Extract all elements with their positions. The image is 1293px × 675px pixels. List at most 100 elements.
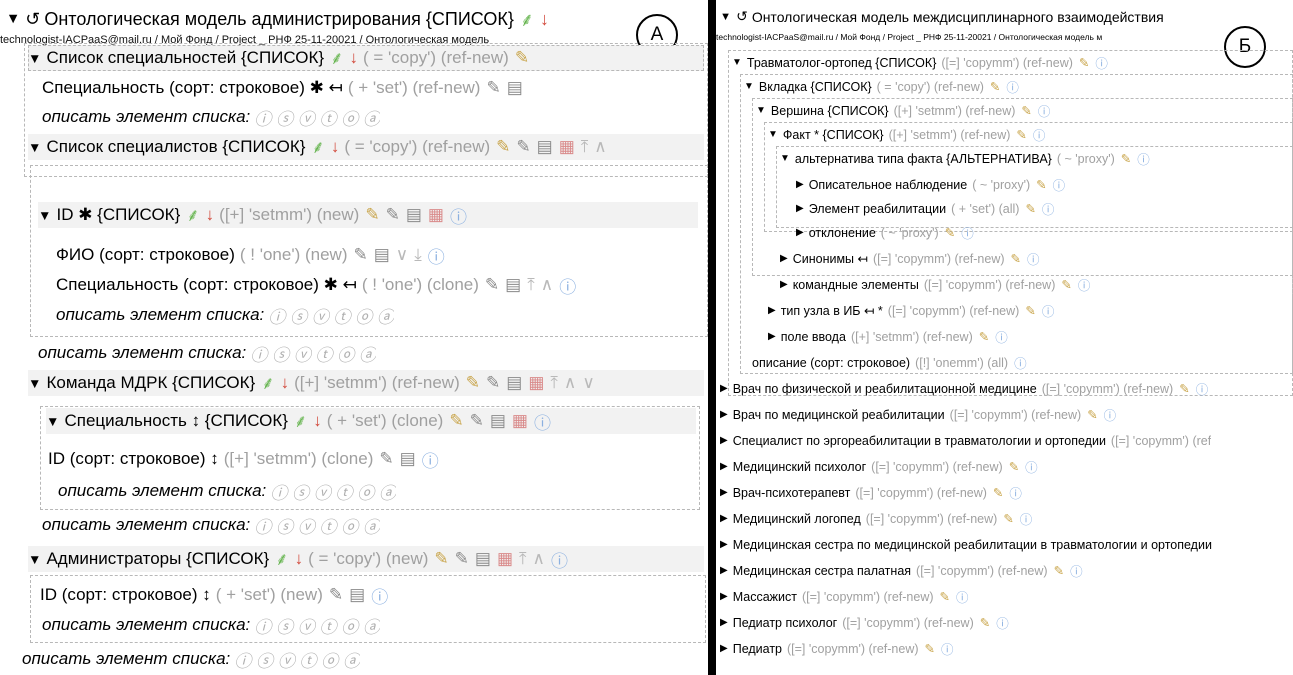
pencil-icon[interactable]: ✎ bbox=[379, 449, 393, 469]
collapse-triangle-icon[interactable]: ▼ bbox=[28, 552, 41, 567]
refresh-icon[interactable]: ↺ bbox=[25, 9, 40, 30]
info-icon[interactable]: ⓘ bbox=[956, 587, 969, 606]
arrow-down-icon[interactable]: ↓ bbox=[313, 411, 322, 431]
pencil-icon[interactable]: ✎ bbox=[485, 275, 499, 295]
move-top-icon[interactable]: ⤒ bbox=[519, 549, 527, 569]
arrow-down-icon[interactable]: ↓ bbox=[281, 373, 290, 393]
move-down-icon[interactable]: ∨ bbox=[582, 373, 594, 393]
expand-triangle-icon[interactable]: ▶ bbox=[720, 461, 728, 472]
expand-triangle-icon[interactable]: ▶ bbox=[720, 383, 728, 394]
collapse-triangle-icon[interactable]: ▼ bbox=[28, 140, 41, 155]
expand-triangle-icon[interactable]: ▶ bbox=[796, 203, 804, 214]
arrow-down-icon[interactable]: ↓ bbox=[349, 48, 358, 68]
nav-icon-group[interactable]: ⓘ ⓢ ⓥ ⓣ ⓞ ⓐ bbox=[250, 341, 376, 366]
tree-row-pediatric-psychologist[interactable]: ▶ Педиатр психолог ([=] 'copymm') (ref-n… bbox=[720, 612, 1009, 633]
clipboard-icon[interactable]: ▤ bbox=[506, 373, 522, 393]
tree-row-traumatologist[interactable]: ▼ Травматолог-ортопед {СПИСОК} ([=] 'cop… bbox=[732, 52, 1108, 73]
nav-icon-group[interactable]: ⓘ ⓢ ⓥ ⓣ ⓞ ⓐ bbox=[254, 513, 380, 538]
tag-icon[interactable]: ✎ bbox=[1025, 303, 1035, 318]
pencil-icon[interactable]: ✎ bbox=[486, 373, 500, 393]
tag-icon[interactable]: ✎ bbox=[515, 48, 529, 68]
left-title-row[interactable]: ▼ ↺ Онтологическая модель администрирова… bbox=[6, 6, 549, 32]
branch-icon[interactable]: ⸙ bbox=[294, 409, 307, 433]
tag-icon[interactable]: ✎ bbox=[1009, 459, 1019, 474]
tag-icon[interactable]: ✎ bbox=[1016, 127, 1026, 142]
info-icon[interactable]: ⓘ bbox=[1042, 301, 1055, 320]
right-breadcrumb[interactable]: technologist-IACPaaS@mail.ru / Мой Фонд … bbox=[716, 32, 1102, 42]
info-icon[interactable]: ⓘ bbox=[1014, 353, 1027, 372]
info-icon[interactable]: ⓘ bbox=[422, 447, 439, 472]
tree-row-fio[interactable]: ФИО (сорт: строковое) ( ! 'one') (new) ✎… bbox=[56, 242, 445, 268]
info-icon[interactable]: ⓘ bbox=[559, 273, 576, 298]
info-icon[interactable]: ⓘ bbox=[1020, 509, 1033, 528]
tree-row-medical-rehab-doctor[interactable]: ▶ Врач по медицинской реабилитации ([=] … bbox=[720, 404, 1116, 425]
tag-icon[interactable]: ✎ bbox=[1003, 511, 1013, 526]
tag-icon[interactable]: ✎ bbox=[1054, 563, 1064, 578]
collapse-triangle-icon[interactable]: ▼ bbox=[28, 51, 41, 66]
move-top-icon[interactable]: ⤒ bbox=[527, 275, 535, 295]
tree-row-specialty-2[interactable]: Специальность (сорт: строковое) ✱ ↤ ( ! … bbox=[56, 272, 576, 298]
nav-icon-group[interactable]: ⓘ ⓢ ⓥ ⓣ ⓞ ⓐ bbox=[254, 105, 380, 130]
calendar-icon[interactable]: ▦ bbox=[497, 549, 513, 569]
info-icon[interactable]: ⓘ bbox=[1078, 275, 1091, 294]
tree-row-describe[interactable]: описать элемент списка: ⓘ ⓢ ⓥ ⓣ ⓞ ⓐ bbox=[42, 512, 380, 538]
info-icon[interactable]: ⓘ bbox=[450, 203, 467, 228]
collapse-triangle-icon[interactable]: ▼ bbox=[744, 81, 754, 92]
clipboard-icon[interactable]: ▤ bbox=[406, 205, 422, 225]
expand-triangle-icon[interactable]: ▶ bbox=[780, 279, 788, 290]
clipboard-icon[interactable]: ▤ bbox=[537, 137, 553, 157]
tag-icon[interactable]: ✎ bbox=[980, 615, 990, 630]
collapse-triangle-icon[interactable]: ▼ bbox=[46, 414, 59, 429]
branch-icon[interactable]: ⸙ bbox=[520, 6, 534, 32]
info-icon[interactable]: ⓘ bbox=[996, 613, 1009, 632]
expand-triangle-icon[interactable]: ▶ bbox=[768, 305, 776, 316]
tree-row-pediatrician[interactable]: ▶ Педиатр ([=] 'copymm') (ref-new) ✎ ⓘ bbox=[720, 638, 954, 659]
tag-icon[interactable]: ✎ bbox=[365, 205, 379, 225]
clipboard-icon[interactable]: ▤ bbox=[374, 245, 390, 265]
info-icon[interactable]: ⓘ bbox=[1095, 53, 1108, 72]
info-icon[interactable]: ⓘ bbox=[1042, 199, 1055, 218]
tree-row-describe[interactable]: описать элемент списка: ⓘ ⓢ ⓥ ⓣ ⓞ ⓐ bbox=[58, 478, 396, 504]
tree-row-specialties-list[interactable]: ▼ Список специальностей {СПИСОК} ⸙ ↓ ( =… bbox=[28, 45, 529, 71]
tag-icon[interactable]: ✎ bbox=[496, 137, 510, 157]
clipboard-icon[interactable]: ▤ bbox=[507, 78, 523, 98]
tree-row-ergo-rehab-specialist[interactable]: ▶ Специалист по эргореабилитации в травм… bbox=[720, 430, 1211, 451]
refresh-icon[interactable]: ↺ bbox=[736, 8, 748, 25]
tree-row-id-string-2[interactable]: ID (сорт: строковое) ↕ ( + 'set') (new) … bbox=[40, 582, 388, 608]
clipboard-icon[interactable]: ▤ bbox=[490, 411, 506, 431]
nav-icon-group[interactable]: ⓘ ⓢ ⓥ ⓣ ⓞ ⓐ bbox=[268, 303, 394, 328]
move-top-icon[interactable]: ⤒ bbox=[581, 137, 589, 157]
tree-row-command-elements[interactable]: ▶ командные элементы ([=] 'copymm') (ref… bbox=[780, 274, 1090, 295]
tag-icon[interactable]: ✎ bbox=[1061, 277, 1071, 292]
tree-row-input-field[interactable]: ▶ поле ввода ([+] 'setmm') (ref-new) ✎ ⓘ bbox=[768, 326, 1008, 347]
tag-icon[interactable]: ✎ bbox=[945, 225, 955, 240]
info-icon[interactable]: ⓘ bbox=[1025, 457, 1038, 476]
collapse-triangle-icon[interactable]: ▼ bbox=[720, 11, 731, 23]
move-up-icon[interactable]: ∧ bbox=[564, 373, 576, 393]
tag-icon[interactable]: ✎ bbox=[925, 641, 935, 656]
branch-icon[interactable]: ⸙ bbox=[330, 46, 343, 70]
move-top-icon[interactable]: ⤒ bbox=[550, 373, 558, 393]
expand-triangle-icon[interactable]: ▶ bbox=[768, 331, 776, 342]
info-icon[interactable]: ⓘ bbox=[995, 327, 1008, 346]
tree-row-describe[interactable]: описать элемент списка: ⓘ ⓢ ⓥ ⓣ ⓞ ⓐ bbox=[22, 646, 360, 672]
info-icon[interactable]: ⓘ bbox=[961, 223, 974, 242]
tag-icon[interactable]: ✎ bbox=[993, 485, 1003, 500]
tag-icon[interactable]: ✎ bbox=[979, 329, 989, 344]
info-icon[interactable]: ⓘ bbox=[551, 547, 568, 572]
tree-row-descriptive-observation[interactable]: ▶ Описательное наблюдение ( ~ 'proxy') ✎… bbox=[796, 174, 1065, 195]
tree-row-id[interactable]: ▼ ID ✱ {СПИСОК} ⸙ ↓ ([+] 'setmm') (new) … bbox=[38, 202, 698, 228]
clipboard-icon[interactable]: ▤ bbox=[475, 549, 491, 569]
tree-row-specialists-list[interactable]: ▼ Список специалистов {СПИСОК} ⸙ ↓ ( = '… bbox=[28, 134, 704, 160]
collapse-triangle-icon[interactable]: ▼ bbox=[756, 105, 766, 116]
tree-row-id-string[interactable]: ID (сорт: строковое) ↕ ([+] 'setmm') (cl… bbox=[48, 446, 439, 472]
tree-row-psychotherapist[interactable]: ▶ Врач-психотерапевт ([=] 'copymm') (ref… bbox=[720, 482, 1022, 503]
tag-icon[interactable]: ✎ bbox=[1025, 201, 1035, 216]
tree-row-medical-psychologist[interactable]: ▶ Медицинский психолог ([=] 'copymm') (r… bbox=[720, 456, 1038, 477]
calendar-icon[interactable]: ▦ bbox=[528, 373, 544, 393]
move-down-icon[interactable]: ∨ bbox=[396, 245, 408, 265]
tree-row-speech-therapist[interactable]: ▶ Медицинский логопед ([=] 'copymm') (re… bbox=[720, 508, 1032, 529]
pencil-icon[interactable]: ✎ bbox=[470, 411, 484, 431]
expand-triangle-icon[interactable]: ▶ bbox=[796, 179, 804, 190]
calendar-icon[interactable]: ▦ bbox=[559, 137, 575, 157]
